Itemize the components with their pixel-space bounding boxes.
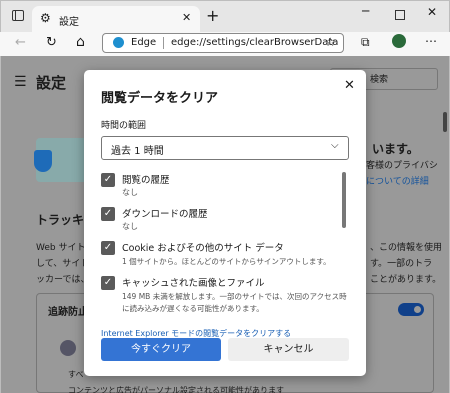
scrollbar[interactable] bbox=[443, 112, 447, 132]
gear-icon: ⚙ bbox=[40, 11, 51, 25]
close-icon[interactable]: ✕ bbox=[344, 78, 355, 93]
item-downloads-desc: なし bbox=[122, 222, 138, 231]
tracking-card-title: 追跡防止 bbox=[48, 307, 88, 318]
settings-headline: います。 bbox=[372, 142, 419, 156]
item-cache-label: キャッシュされた画像とファイル bbox=[122, 278, 265, 289]
address-url[interactable]: edge://settings/clearBrowserData bbox=[171, 37, 338, 48]
menu-icon[interactable]: ☰ bbox=[14, 74, 27, 90]
dialog-title: 閲覧データをクリア bbox=[101, 91, 219, 106]
tab-settings[interactable]: ⚙ 設定 ✕ bbox=[32, 6, 200, 33]
maximize-button[interactable] bbox=[395, 10, 405, 20]
close-window-button[interactable]: ✕ bbox=[427, 5, 437, 19]
tab-title: 設定 bbox=[59, 17, 79, 28]
settings-title: 設定 bbox=[36, 74, 67, 92]
dialog-scroll-thumb[interactable] bbox=[342, 172, 346, 228]
home-icon[interactable]: ⌂ bbox=[76, 34, 85, 50]
item-downloads-label: ダウンロードの履歴 bbox=[122, 209, 208, 220]
item-cache-desc-2: に読み込みが遅くなる可能性があります。 bbox=[122, 304, 264, 313]
item-history-desc: なし bbox=[122, 188, 138, 197]
new-tab-button[interactable]: + bbox=[206, 6, 219, 25]
shield-icon bbox=[34, 150, 52, 172]
favorite-star-icon[interactable]: ☆ bbox=[325, 35, 336, 49]
cancel-label: キャンセル bbox=[263, 344, 314, 355]
checkbox-downloads[interactable]: ✓ bbox=[101, 207, 115, 221]
back-icon[interactable]: ← bbox=[15, 35, 26, 50]
address-brand: Edge bbox=[131, 37, 157, 48]
item-cookies-desc: 1 個サイトから。ほとんどのサイトからサインアウトします。 bbox=[122, 257, 331, 266]
tracking-text-3-right: ことがあります。 bbox=[370, 275, 442, 285]
cancel-button[interactable]: キャンセル bbox=[228, 338, 349, 361]
close-tab-icon[interactable]: ✕ bbox=[182, 11, 191, 24]
address-bar[interactable]: Edge edge://settings/clearBrowserData ☆ bbox=[102, 33, 344, 53]
tracking-toggle[interactable] bbox=[398, 303, 424, 316]
time-range-label: 時間の範囲 bbox=[101, 121, 147, 131]
profile-avatar[interactable] bbox=[392, 34, 406, 48]
item-cache-desc: 149 MB 未満を解放します。一部のサイトでは、次回のアクセス時 bbox=[122, 292, 347, 301]
minimize-button[interactable]: ─ bbox=[362, 4, 369, 18]
item-cookies-label: Cookie およびその他のサイト データ bbox=[122, 243, 284, 254]
item-history-label: 閲覧の履歴 bbox=[122, 175, 170, 186]
checkbox-cache[interactable]: ✓ bbox=[101, 276, 115, 290]
tracking-text-1-right: 、この情報を使用 bbox=[370, 243, 443, 253]
collections-icon[interactable]: ⧉ bbox=[361, 35, 370, 50]
clear-now-label: 今すぐクリア bbox=[131, 344, 191, 355]
checkbox-cookies[interactable]: ✓ bbox=[101, 241, 115, 255]
more-menu-icon[interactable]: ⋯ bbox=[425, 34, 437, 48]
refresh-icon[interactable]: ↻ bbox=[46, 35, 57, 50]
time-range-select[interactable]: 過去 1 時間 ⌵ bbox=[101, 136, 349, 160]
time-range-value: 過去 1 時間 bbox=[111, 146, 164, 157]
tracking-text-2-right: す。一部のトラ bbox=[370, 259, 433, 269]
settings-line1: 客様のプライバシ bbox=[366, 161, 438, 171]
tracking-option-icon bbox=[60, 340, 76, 356]
edge-logo-icon bbox=[113, 37, 124, 48]
tracking-bullet-2: コンテンツと広告がパーソナル設定される可能性があります bbox=[68, 386, 284, 393]
tab-actions-icon[interactable] bbox=[12, 10, 24, 21]
chevron-down-icon: ⌵ bbox=[331, 140, 339, 151]
clear-browsing-data-dialog: 閲覧データをクリア ✕ 時間の範囲 過去 1 時間 ⌵ ✓ 閲覧の履歴 なし ✓… bbox=[84, 70, 366, 376]
checkbox-history[interactable]: ✓ bbox=[101, 173, 115, 187]
settings-line2[interactable]: についての詳細 bbox=[366, 174, 429, 187]
settings-search-label: 検索 bbox=[370, 75, 389, 85]
clear-now-button[interactable]: 今すぐクリア bbox=[101, 338, 221, 361]
tracking-bullet-1: すべ bbox=[68, 370, 84, 379]
